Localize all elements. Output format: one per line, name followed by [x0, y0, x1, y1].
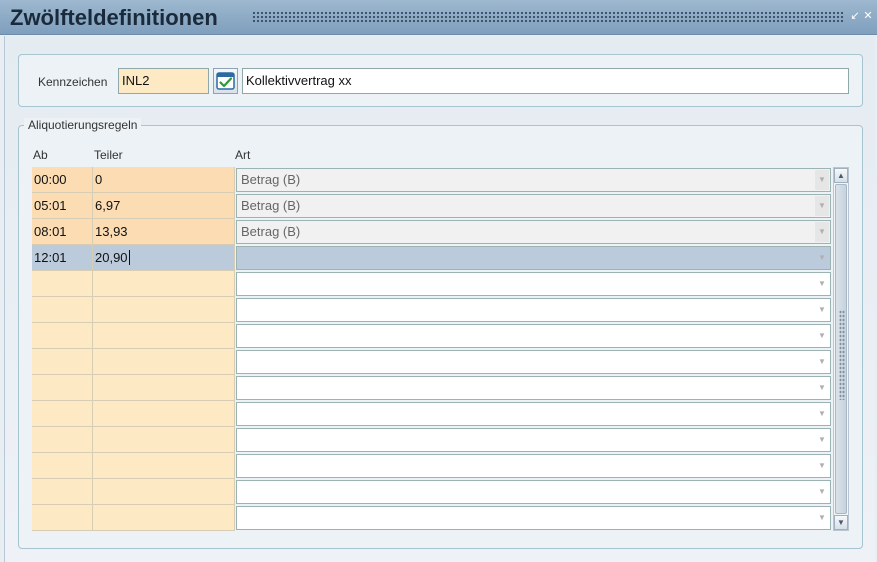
chevron-down-icon[interactable]: ▼ [815, 508, 829, 528]
cell-ab[interactable] [32, 505, 93, 531]
cell-ab[interactable]: 12:01 [32, 245, 93, 271]
art-select[interactable]: ▼ [236, 480, 831, 504]
lookup-button[interactable] [213, 68, 238, 94]
chevron-down-icon[interactable]: ▼ [815, 170, 829, 190]
cell-teiler[interactable]: 6,97 [93, 193, 235, 219]
kennzeichen-description-input[interactable]: Kollektivvertrag xx [242, 68, 849, 94]
cell-teiler[interactable] [93, 401, 235, 427]
chevron-down-icon[interactable]: ▼ [815, 274, 829, 294]
scroll-thumb-grip [839, 310, 845, 400]
table-row[interactable]: 00:00 0 Betrag (B) ▼ [32, 167, 831, 193]
chevron-down-icon[interactable]: ▼ [815, 222, 829, 242]
cell-teiler[interactable] [93, 427, 235, 453]
column-header-teiler: Teiler [94, 148, 123, 162]
cell-teiler[interactable] [93, 375, 235, 401]
table-row[interactable]: ▼ [32, 453, 831, 479]
cell-ab[interactable] [32, 479, 93, 505]
title-bar: Zwölfteldefinitionen ↙ ✕ [0, 0, 877, 35]
art-select[interactable]: Betrag (B) ▼ [236, 220, 831, 244]
close-icon[interactable]: ✕ [862, 9, 874, 23]
column-header-art: Art [235, 148, 251, 162]
grid-scrollbar[interactable]: ▲ ▼ [833, 167, 849, 531]
kennzeichen-code-input[interactable]: INL2 [118, 68, 209, 94]
cell-ab[interactable] [32, 375, 93, 401]
chevron-down-icon[interactable]: ▼ [815, 404, 829, 424]
cell-teiler[interactable] [93, 479, 235, 505]
art-select-value: Betrag (B) [241, 172, 301, 187]
chevron-down-icon[interactable]: ▼ [815, 378, 829, 398]
cell-teiler[interactable] [93, 323, 235, 349]
art-select[interactable]: ▼ [236, 402, 831, 426]
art-select[interactable]: ▼ [236, 350, 831, 374]
column-header-ab: Ab [33, 148, 48, 162]
rules-grid: 00:00 0 Betrag (B) ▼ 05:01 6,97 Betrag (B) ▼ 08:… [32, 167, 831, 531]
title-bar-grip [252, 11, 844, 23]
art-select[interactable]: ▼ [236, 376, 831, 400]
cell-teiler[interactable]: 0 [93, 167, 235, 193]
table-row[interactable]: ▼ [32, 297, 831, 323]
chevron-down-icon[interactable]: ▼ [815, 456, 829, 476]
table-row[interactable]: ▼ [32, 427, 831, 453]
cell-ab[interactable] [32, 297, 93, 323]
table-row[interactable]: 05:01 6,97 Betrag (B) ▼ [32, 193, 831, 219]
minimize-icon[interactable]: ↙ [849, 9, 861, 23]
art-select[interactable]: Betrag (B) ▼ [236, 168, 831, 192]
cell-teiler[interactable] [93, 349, 235, 375]
chevron-down-icon[interactable]: ▼ [815, 300, 829, 320]
table-row[interactable]: ▼ [32, 349, 831, 375]
cell-teiler[interactable] [93, 271, 235, 297]
table-row[interactable]: ▼ [32, 505, 831, 531]
cell-teiler[interactable]: 20,90 [93, 245, 235, 271]
chevron-down-icon[interactable]: ▼ [815, 482, 829, 502]
cell-ab[interactable] [32, 323, 93, 349]
cell-ab[interactable] [32, 401, 93, 427]
cell-ab[interactable] [32, 453, 93, 479]
cell-ab[interactable]: 00:00 [32, 167, 93, 193]
art-select[interactable]: ▼ [236, 428, 831, 452]
cell-teiler[interactable] [93, 297, 235, 323]
cell-teiler[interactable] [93, 505, 235, 531]
chevron-down-icon[interactable]: ▼ [815, 248, 829, 268]
chevron-down-icon[interactable]: ▼ [815, 352, 829, 372]
table-row[interactable]: ▼ [32, 375, 831, 401]
text-caret [128, 250, 130, 265]
scroll-thumb[interactable] [835, 184, 847, 514]
table-row[interactable]: ▼ [32, 323, 831, 349]
cell-teiler[interactable]: 13,93 [93, 219, 235, 245]
cell-ab[interactable] [32, 349, 93, 375]
cell-teiler-text: 13,93 [95, 224, 128, 239]
table-row[interactable]: ▼ [32, 479, 831, 505]
table-row[interactable]: 08:01 13,93 Betrag (B) ▼ [32, 219, 831, 245]
cell-teiler-text: 20,90 [95, 250, 128, 265]
window-title: Zwölfteldefinitionen [10, 5, 218, 30]
cell-ab[interactable] [32, 427, 93, 453]
table-row[interactable]: ▼ [32, 401, 831, 427]
kennzeichen-label: Kennzeichen [38, 75, 108, 89]
art-select[interactable]: ▼ [236, 506, 831, 530]
art-select[interactable]: Betrag (B) ▼ [236, 194, 831, 218]
art-select-value: Betrag (B) [241, 198, 301, 213]
chevron-down-icon[interactable]: ▼ [815, 196, 829, 216]
art-select[interactable]: ▼ [236, 454, 831, 478]
art-select[interactable]: ▼ [236, 324, 831, 348]
table-row[interactable]: ▼ [32, 271, 831, 297]
table-row[interactable]: 12:01 20,90 ▼ [32, 245, 831, 271]
rules-group-legend: Aliquotierungsregeln [24, 118, 142, 132]
calendar-check-icon [216, 72, 235, 90]
cell-ab[interactable]: 05:01 [32, 193, 93, 219]
scroll-up-button[interactable]: ▲ [834, 168, 848, 183]
art-select[interactable]: ▼ [236, 246, 831, 270]
cell-ab[interactable]: 08:01 [32, 219, 93, 245]
art-select-value: Betrag (B) [241, 224, 301, 239]
chevron-down-icon[interactable]: ▼ [815, 430, 829, 450]
cell-teiler-text: 6,97 [95, 198, 121, 213]
scroll-down-button[interactable]: ▼ [834, 515, 848, 530]
cell-teiler[interactable] [93, 453, 235, 479]
art-select[interactable]: ▼ [236, 272, 831, 296]
cell-teiler-text: 0 [95, 172, 103, 187]
chevron-down-icon[interactable]: ▼ [815, 326, 829, 346]
art-select[interactable]: ▼ [236, 298, 831, 322]
cell-ab[interactable] [32, 271, 93, 297]
